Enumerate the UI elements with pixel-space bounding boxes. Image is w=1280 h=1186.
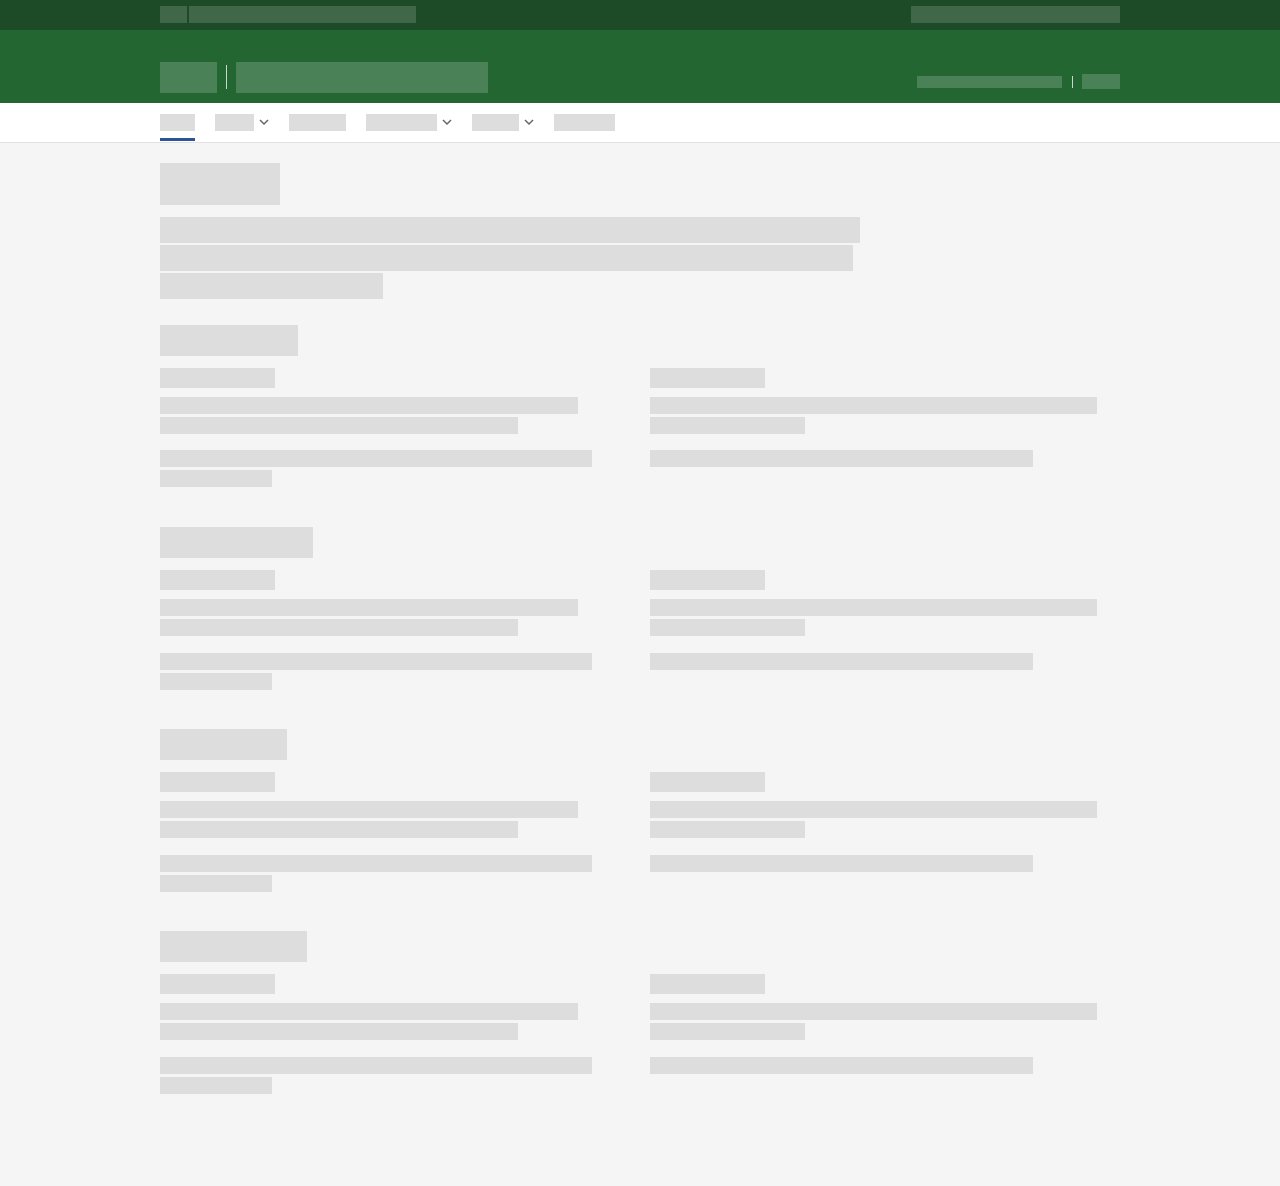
- column-right-text: [650, 801, 1097, 818]
- site-title-placeholder[interactable]: [236, 62, 488, 93]
- column-left-text: [160, 1077, 272, 1094]
- column-left-label: [160, 974, 275, 994]
- column-left-text: [160, 599, 578, 616]
- column-right-text: [650, 599, 1097, 616]
- nav-item-3[interactable]: [289, 114, 346, 131]
- column-left-text: [160, 417, 518, 434]
- top-bar-links-placeholder[interactable]: [911, 6, 1120, 23]
- section-heading: [160, 527, 313, 558]
- header-divider: [226, 65, 227, 89]
- intro-line-1: [160, 217, 860, 243]
- column-right-text: [650, 417, 805, 434]
- nav-item-6[interactable]: [554, 114, 615, 131]
- nav-item-1[interactable]: [160, 114, 195, 131]
- column-left-text: [160, 653, 592, 670]
- site-header: [0, 30, 1280, 103]
- nav-item-2[interactable]: [215, 114, 254, 131]
- column-left-text: [160, 1023, 518, 1040]
- section-heading: [160, 325, 298, 356]
- top-bar-title-placeholder[interactable]: [189, 6, 416, 23]
- column-left-label: [160, 772, 275, 792]
- top-utility-bar: [0, 0, 1280, 30]
- column-left-text: [160, 450, 592, 467]
- main-navigation: [0, 103, 1280, 143]
- column-right-text: [650, 397, 1097, 414]
- column-left-text: [160, 801, 578, 818]
- column-left-label: [160, 570, 275, 590]
- column-right-label: [650, 570, 765, 590]
- chevron-down-icon[interactable]: [523, 116, 535, 128]
- column-right-text: [650, 1023, 805, 1040]
- nav-item-5[interactable]: [472, 114, 519, 131]
- page-title-placeholder: [160, 163, 280, 205]
- chevron-down-icon[interactable]: [258, 116, 270, 128]
- intro-line-3: [160, 273, 383, 299]
- column-left-text: [160, 1003, 578, 1020]
- chevron-down-icon[interactable]: [441, 116, 453, 128]
- top-bar-logo-placeholder[interactable]: [160, 6, 187, 23]
- column-left-label: [160, 368, 275, 388]
- section-heading: [160, 931, 307, 962]
- column-left-text: [160, 1057, 592, 1074]
- column-right-text: [650, 619, 805, 636]
- column-right-label: [650, 368, 765, 388]
- header-link-placeholder[interactable]: [917, 76, 1062, 88]
- column-left-text: [160, 397, 578, 414]
- intro-line-2: [160, 245, 853, 271]
- column-right-label: [650, 772, 765, 792]
- column-left-text: [160, 855, 592, 872]
- header-link-divider: [1072, 76, 1073, 88]
- column-right-text: [650, 653, 1033, 670]
- column-left-text: [160, 673, 272, 690]
- column-right-text: [650, 1003, 1097, 1020]
- site-logo-placeholder[interactable]: [160, 62, 217, 93]
- nav-active-indicator: [160, 138, 195, 141]
- column-left-text: [160, 821, 518, 838]
- column-right-text: [650, 821, 805, 838]
- nav-item-4[interactable]: [366, 114, 437, 131]
- column-left-text: [160, 875, 272, 892]
- column-right-text: [650, 450, 1033, 467]
- column-right-text: [650, 855, 1033, 872]
- column-left-text: [160, 619, 518, 636]
- header-action-placeholder[interactable]: [1082, 74, 1120, 89]
- column-right-label: [650, 974, 765, 994]
- section-heading: [160, 729, 287, 760]
- column-right-text: [650, 1057, 1033, 1074]
- column-left-text: [160, 470, 272, 487]
